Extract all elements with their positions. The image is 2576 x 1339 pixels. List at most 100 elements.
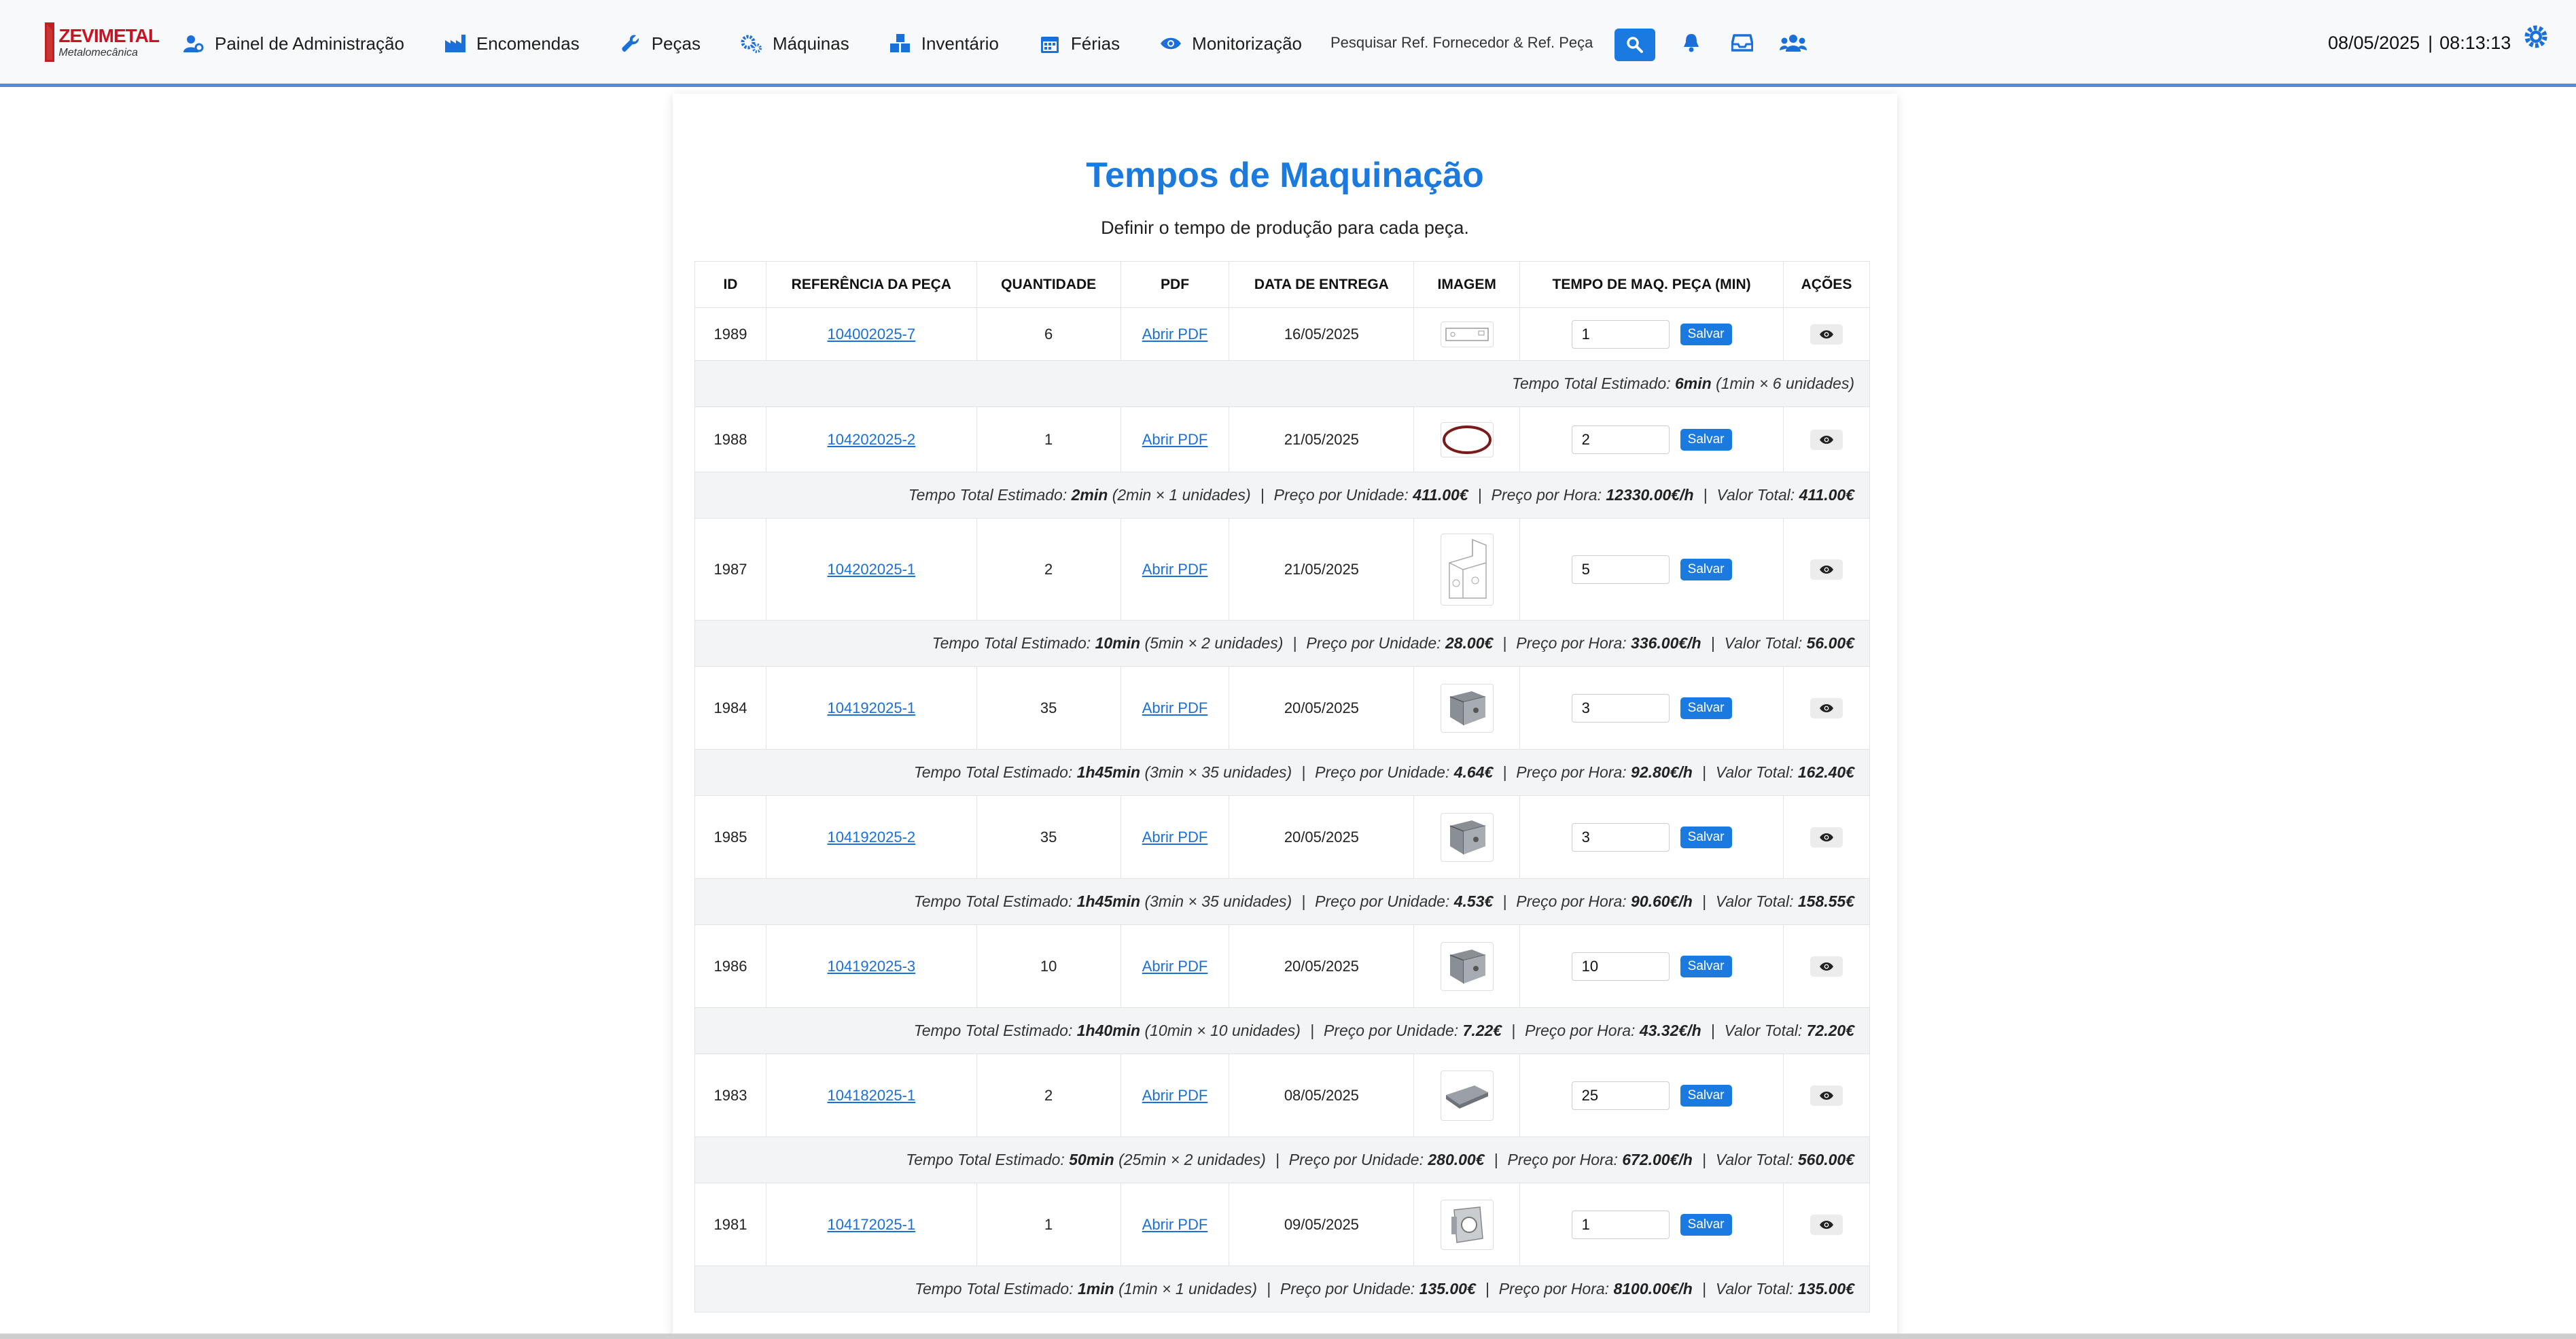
part-thumbnail[interactable] [1440,812,1494,862]
settings-gear-icon[interactable] [2521,22,2551,52]
part-thumbnail[interactable] [1440,1070,1494,1121]
view-button[interactable] [1810,956,1843,977]
nav-item-parts[interactable]: Peças [619,33,701,54]
machining-time-input[interactable]: 3 [1571,822,1670,852]
machining-time-input[interactable]: 1 [1571,319,1670,349]
view-button[interactable] [1810,324,1843,345]
part-thumbnail[interactable] [1440,321,1494,347]
nav-item-vacations[interactable]: Férias [1038,33,1120,54]
save-button[interactable]: Salvar [1680,697,1732,719]
eye-icon [1819,703,1833,712]
nav-item-orders[interactable]: Encomendas [444,33,580,54]
cell-id: 1981 [694,1183,766,1266]
col-header-time[interactable]: TEMPO DE MAQ. PEÇA (MIN) [1519,261,1784,308]
open-pdf-link[interactable]: Abrir PDF [1142,431,1208,448]
save-button[interactable]: Salvar [1680,558,1732,580]
summary-row: Tempo Total Estimado: 10min (5min × 2 un… [694,620,1870,667]
part-thumbnail[interactable] [1440,421,1494,457]
total-detail: (3min × 35 unidades) [1144,892,1292,910]
unit-price-label: Preço por Unidade: [1280,1280,1415,1298]
nav-item-inventory[interactable]: Inventário [889,33,999,54]
machining-time-input[interactable]: 1 [1571,1210,1670,1239]
cell-date: 16/05/2025 [1229,307,1415,361]
open-pdf-link[interactable]: Abrir PDF [1142,561,1208,578]
brand-logo[interactable]: ZEVIMETAL Metalomecânica [45,22,160,63]
part-reference-link[interactable]: 104202025-1 [827,561,915,578]
save-button[interactable]: Salvar [1680,826,1732,848]
nav-item-monitoring[interactable]: Monitorização [1159,33,1302,54]
part-thumbnail[interactable] [1440,683,1494,733]
eye-icon [1819,435,1833,444]
users-icon[interactable] [1776,29,1810,57]
view-button[interactable] [1810,429,1843,450]
hour-price: 90.60€/h [1631,892,1693,910]
nav-item-machines[interactable]: Máquinas [740,33,849,54]
view-button[interactable] [1810,559,1843,580]
part-reference-link[interactable]: 104192025-2 [827,829,915,846]
cell-pdf: Abrir PDF [1120,1054,1230,1137]
part-reference-link[interactable]: 104202025-2 [827,431,915,448]
table-row: 1987 104202025-1 2 Abrir PDF 21/05/2025 5 Salv… [694,518,1871,621]
col-header-actions[interactable]: AÇÕES [1782,261,1871,308]
part-thumbnail[interactable] [1440,941,1494,991]
open-pdf-link[interactable]: Abrir PDF [1142,1087,1208,1104]
open-pdf-link[interactable]: Abrir PDF [1142,958,1208,975]
table-header-row: ID REFERÊNCIA DA PEÇA QUANTIDADE PDF DAT… [694,261,1871,308]
view-button[interactable] [1810,697,1843,718]
col-header-pdf[interactable]: PDF [1120,261,1230,308]
part-reference-link[interactable]: 104192025-1 [827,699,915,716]
part-thumbnail[interactable] [1440,533,1494,606]
part-reference-link[interactable]: 104172025-1 [827,1216,915,1233]
total-time: 2min [1071,486,1108,504]
save-button[interactable]: Salvar [1680,428,1732,451]
save-button[interactable]: Salvar [1680,1213,1732,1236]
cell-image [1413,307,1521,361]
open-pdf-link[interactable]: Abrir PDF [1142,699,1208,716]
total-value: 56.00€ [1806,634,1854,652]
part-reference-link[interactable]: 104192025-3 [827,958,915,975]
total-value-label: Valor Total: [1715,1280,1794,1298]
unit-price: 4.64€ [1453,763,1494,781]
search-input[interactable]: Pesquisar Ref. Fornecedor & Ref. Peça [1330,34,1593,52]
col-header-qty[interactable]: QUANTIDADE [976,261,1121,308]
eye-icon [1819,565,1833,574]
machining-time-input[interactable]: 3 [1571,693,1670,723]
bell-icon[interactable] [1677,29,1706,57]
table-body: 1989 104002025-7 6 Abrir PDF 16/05/2025 1 Salv… [694,307,1871,1312]
table-row: 1989 104002025-7 6 Abrir PDF 16/05/2025 1 Salv… [694,307,1871,361]
col-header-id[interactable]: ID [694,261,766,308]
unit-price: 280.00€ [1428,1151,1485,1168]
machining-time-input[interactable]: 10 [1571,952,1670,981]
col-header-image[interactable]: IMAGEM [1413,261,1521,308]
cell-ref: 104192025-1 [765,666,977,750]
view-button[interactable] [1810,1085,1843,1106]
nav-item-admin-panel[interactable]: Painel de Administração [182,33,404,54]
save-button[interactable]: Salvar [1680,323,1732,345]
inbox-icon[interactable] [1728,29,1757,57]
part-thumbnail[interactable] [1440,1199,1494,1250]
save-button[interactable]: Salvar [1680,955,1732,977]
total-detail: (1min × 6 unidades) [1716,375,1854,392]
summary-cell: Tempo Total Estimado: 1h45min (3min × 35… [694,878,1870,925]
col-header-ref[interactable]: REFERÊNCIA DA PEÇA [765,261,977,308]
machining-time-input[interactable]: 25 [1571,1081,1670,1110]
open-pdf-link[interactable]: Abrir PDF [1142,829,1208,846]
open-pdf-link[interactable]: Abrir PDF [1142,1216,1208,1233]
save-button[interactable]: Salvar [1680,1084,1732,1107]
col-header-date[interactable]: DATA DE ENTREGA [1229,261,1415,308]
summary-cell: Tempo Total Estimado: 2min (2min × 1 uni… [694,472,1870,519]
cell-id: 1983 [694,1054,766,1137]
cell-ref: 104192025-2 [765,795,977,879]
search-button[interactable] [1615,29,1655,61]
summary-row: Tempo Total Estimado: 1h45min (3min × 35… [694,878,1870,925]
view-button[interactable] [1810,827,1843,848]
hour-price: 672.00€/h [1622,1151,1693,1168]
datetime-separator: | [2428,33,2433,53]
search-icon [1627,37,1643,53]
view-button[interactable] [1810,1214,1843,1235]
part-reference-link[interactable]: 104002025-7 [827,326,915,343]
part-reference-link[interactable]: 104182025-1 [827,1087,915,1104]
open-pdf-link[interactable]: Abrir PDF [1142,326,1208,343]
machining-time-input[interactable]: 5 [1571,555,1670,584]
machining-time-input[interactable]: 2 [1571,425,1670,454]
